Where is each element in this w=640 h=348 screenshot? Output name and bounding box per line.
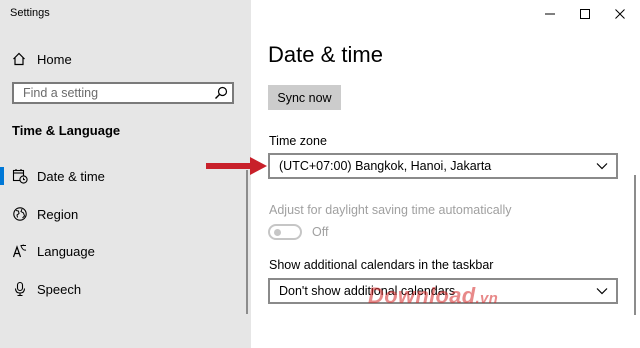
microphone-icon [14,281,26,297]
maximize-icon [580,9,590,19]
close-button[interactable] [600,0,640,28]
page-title: Date & time [268,42,383,67]
sidebar-item-region[interactable]: Region [0,200,246,228]
watermark-tld: .vn [475,290,499,307]
minimize-button[interactable] [530,0,570,28]
watermark-brand: Download [368,283,476,308]
timezone-value: (UTC+07:00) Bangkok, Hanoi, Jakarta [279,159,492,173]
chevron-down-icon [596,288,608,295]
title-bar [251,0,640,28]
search-input[interactable] [14,84,213,102]
chevron-down-icon [596,163,608,170]
sidebar-item-label: Language [37,243,95,259]
search-box[interactable] [12,82,234,104]
language-icon [12,244,27,258]
sidebar-item-label: Speech [37,281,82,297]
sidebar-item-speech[interactable]: Speech [0,275,246,303]
toggle-knob [274,229,281,236]
sync-now-button[interactable]: Sync now [268,85,341,110]
minimize-icon [545,13,555,15]
dst-label: Adjust for daylight saving time automati… [269,203,512,217]
calendars-label: Show additional calendars in the taskbar [269,258,494,272]
app-title: Settings [10,7,50,19]
section-title: Time & Language [12,123,121,138]
timezone-label: Time zone [269,134,327,148]
search-icon[interactable] [214,86,228,100]
timezone-dropdown[interactable]: (UTC+07:00) Bangkok, Hanoi, Jakarta [268,153,618,179]
watermark-logo: Download.vn [368,283,498,309]
annotation-arrow-icon [206,157,267,175]
close-icon [615,9,625,19]
home-icon [13,52,25,66]
dst-toggle[interactable] [268,224,302,240]
sidebar-scrollbar[interactable] [246,170,248,314]
main-scrollbar[interactable] [634,175,636,315]
maximize-button[interactable] [565,0,605,28]
dst-state: Off [312,225,329,239]
sidebar-item-label: Region [37,206,79,222]
sidebar-item-label: Date & time [37,168,105,184]
calendar-clock-icon [12,169,28,184]
sidebar-item-language[interactable]: Language [0,237,246,265]
globe-icon [13,207,27,221]
home-label: Home [37,51,72,67]
home-nav-item[interactable]: Home [12,49,242,69]
